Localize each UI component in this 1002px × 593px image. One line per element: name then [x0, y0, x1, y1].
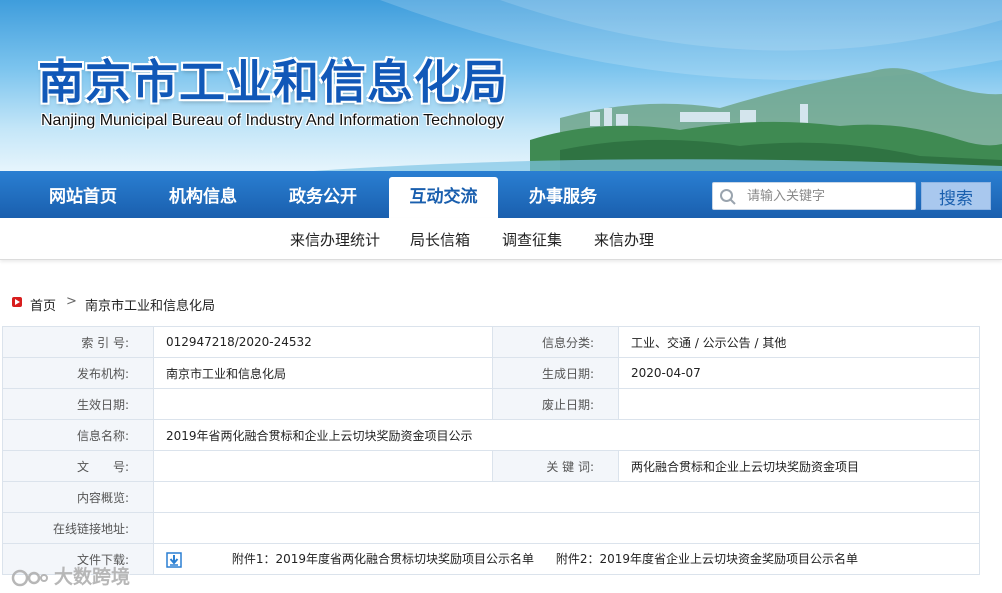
- document-info-table: 索 引 号: 012947218/2020-24532 信息分类: 工业、交通 …: [2, 326, 980, 575]
- index-label: 索 引 号:: [2, 326, 154, 358]
- expiry-date-label: 废止日期:: [492, 388, 619, 420]
- subnav-item-letter-statistics[interactable]: 来信办理统计: [290, 229, 380, 250]
- online-link-value: [153, 512, 980, 544]
- info-name-label: 信息名称:: [2, 419, 154, 451]
- summary-value: [153, 481, 980, 513]
- table-row: 索 引 号: 012947218/2020-24532 信息分类: 工业、交通 …: [2, 326, 980, 358]
- keywords-value: 两化融合贯标和企业上云切块奖励资金项目: [618, 450, 980, 482]
- search-icon: [720, 189, 736, 205]
- breadcrumb-home-link[interactable]: 首页: [30, 295, 56, 314]
- document-number-value: [153, 450, 493, 482]
- table-row: 文 号: 关 键 词: 两化融合贯标和企业上云切块奖励资金项目: [2, 450, 980, 482]
- table-row: 在线链接地址:: [2, 512, 980, 544]
- publisher-value: 南京市工业和信息化局: [153, 357, 493, 389]
- site-subtitle: Nanjing Municipal Bureau of Industry And…: [41, 112, 505, 129]
- home-icon: [12, 297, 22, 307]
- table-row: 生效日期: 废止日期:: [2, 388, 980, 420]
- info-name-value: 2019年省两化融合贯标和企业上云切块奖励资金项目公示: [153, 419, 980, 451]
- subnav-item-letter-handling[interactable]: 来信办理: [594, 229, 654, 250]
- category-value: 工业、交通 / 公示公告 / 其他: [618, 326, 980, 358]
- search-box: [712, 182, 916, 210]
- table-row: 发布机构: 南京市工业和信息化局 生成日期: 2020-04-07: [2, 357, 980, 389]
- nav-item-interaction[interactable]: 互动交流: [389, 177, 498, 218]
- watermark-logo-icon: [11, 569, 48, 586]
- nav-item-services[interactable]: 办事服务: [503, 177, 623, 218]
- breadcrumb-current-link[interactable]: 南京市工业和信息化局: [85, 295, 215, 314]
- main-nav: 网站首页 机构信息 政务公开 互动交流 办事服务 搜索: [0, 171, 1002, 218]
- search-button[interactable]: 搜索: [921, 182, 991, 210]
- watermark: 大数跨境: [10, 562, 130, 589]
- nav-item-organization[interactable]: 机构信息: [143, 177, 263, 218]
- table-row: 文件下载: 附件1：2019年度省两化融合贯标切块奖励项目公示名单 附件2：20…: [2, 543, 980, 575]
- online-link-label: 在线链接地址:: [2, 512, 154, 544]
- search-input[interactable]: [747, 185, 911, 207]
- file-download-cell: 附件1：2019年度省两化融合贯标切块奖励项目公示名单 附件2：2019年度省企…: [153, 543, 980, 575]
- header-banner: 南京市工业和信息化局 Nanjing Municipal Bureau of I…: [0, 0, 1002, 172]
- subnav-item-survey[interactable]: 调查征集: [502, 229, 562, 250]
- attachment-link-2[interactable]: 附件2：2019年度省企业上云切块资金奖励项目公示名单: [556, 552, 858, 566]
- breadcrumb-separator: >: [66, 294, 77, 309]
- effective-date-label: 生效日期:: [2, 388, 154, 420]
- sub-nav: 来信办理统计 局长信箱 调查征集 来信办理: [0, 218, 1002, 260]
- created-date-label: 生成日期:: [492, 357, 619, 389]
- download-icon[interactable]: [166, 552, 182, 568]
- table-row: 内容概览:: [2, 481, 980, 513]
- summary-label: 内容概览:: [2, 481, 154, 513]
- publisher-label: 发布机构:: [2, 357, 154, 389]
- subnav-item-director-mailbox[interactable]: 局长信箱: [410, 229, 470, 250]
- nav-item-government-affairs[interactable]: 政务公开: [263, 177, 383, 218]
- site-title: 南京市工业和信息化局: [38, 55, 508, 109]
- expiry-date-value: [618, 388, 980, 420]
- table-row: 信息名称: 2019年省两化融合贯标和企业上云切块奖励资金项目公示: [2, 419, 980, 451]
- category-label: 信息分类:: [492, 326, 619, 358]
- nav-item-home[interactable]: 网站首页: [23, 177, 143, 218]
- effective-date-value: [153, 388, 493, 420]
- attachment-link-1[interactable]: 附件1：2019年度省两化融合贯标切块奖励项目公示名单: [232, 552, 534, 566]
- keywords-label: 关 键 词:: [492, 450, 619, 482]
- index-value: 012947218/2020-24532: [153, 326, 493, 358]
- created-date-value: 2020-04-07: [618, 357, 980, 389]
- document-number-label: 文 号:: [2, 450, 154, 482]
- watermark-text: 大数跨境: [54, 566, 131, 588]
